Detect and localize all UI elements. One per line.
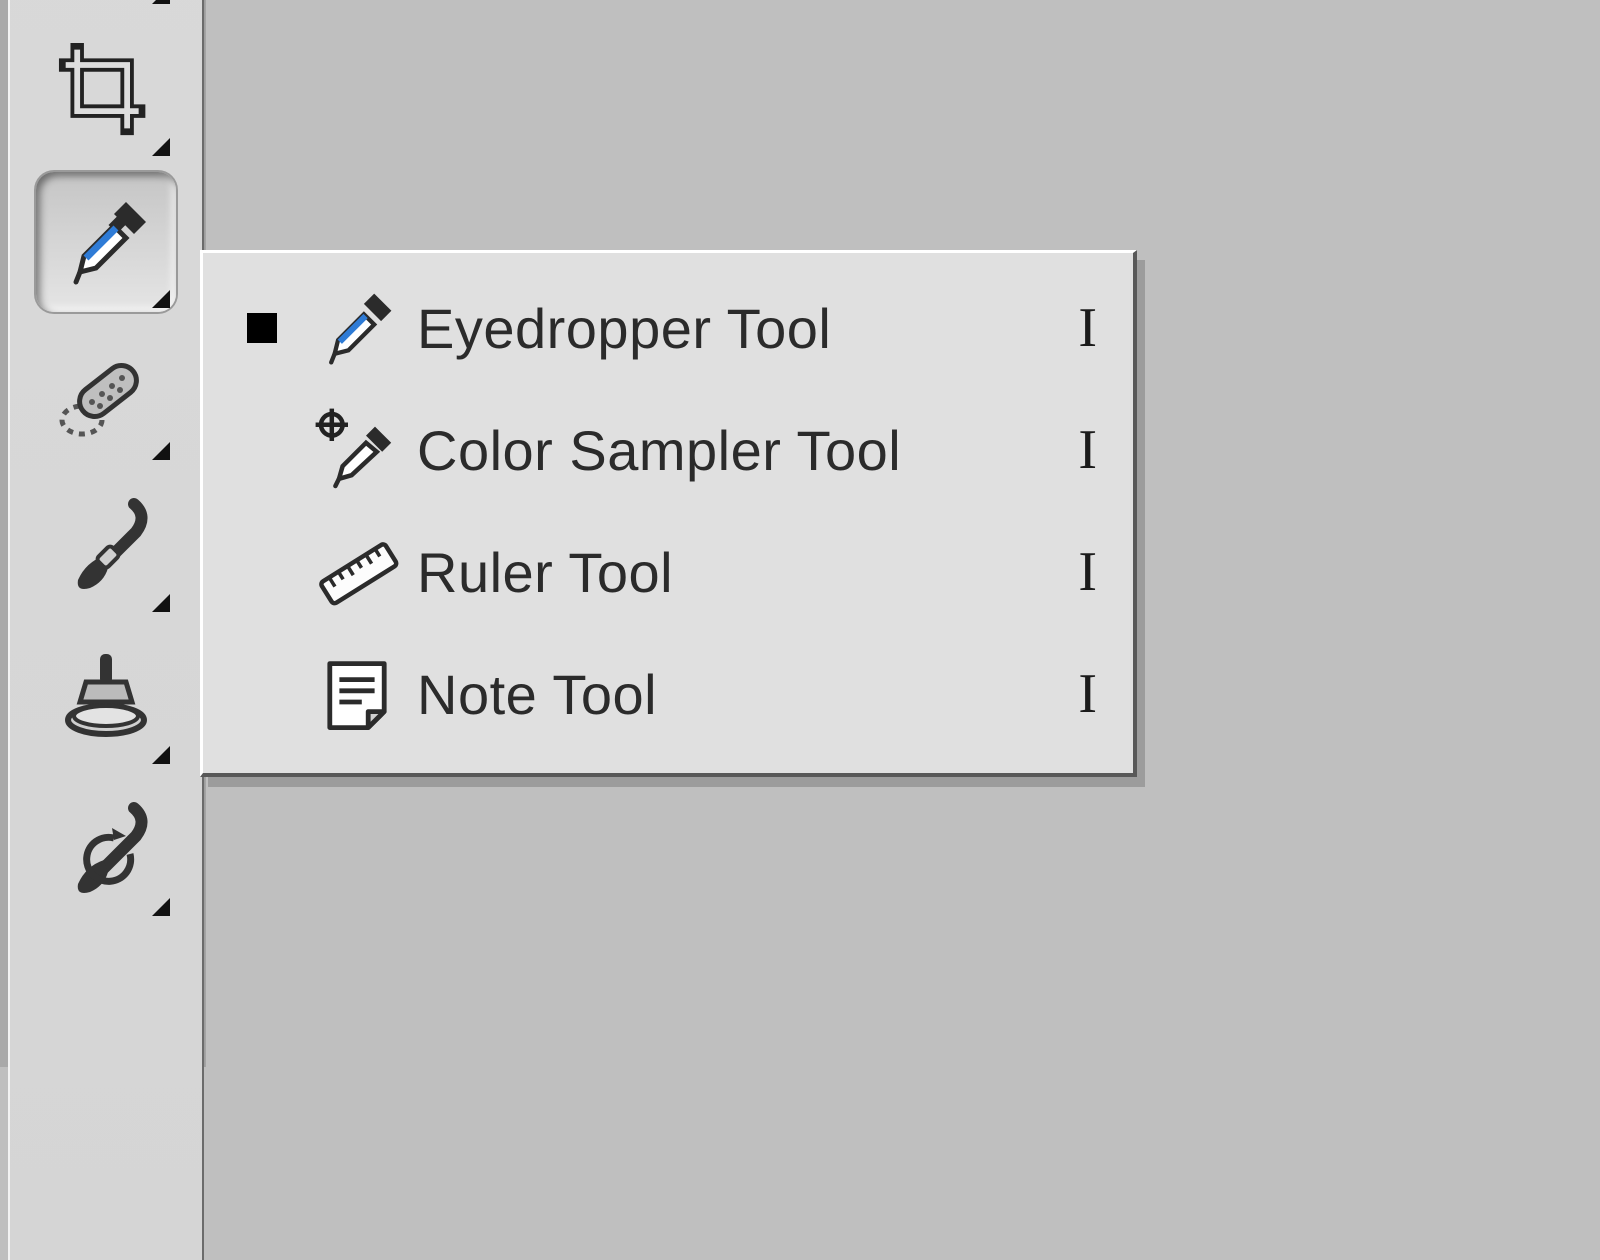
menu-item-shortcut: I (1037, 296, 1097, 360)
eyedropper-icon (314, 285, 400, 371)
brush-tool-icon (56, 496, 156, 596)
menu-item-shortcut: I (1037, 662, 1097, 726)
eyedropper-flyout-menu: Eyedropper Tool I Color Sampler Tool I (200, 250, 1137, 777)
menu-item-color-sampler[interactable]: Color Sampler Tool I (203, 389, 1133, 511)
clone-stamp-tool-icon (56, 648, 156, 748)
tools-panel (8, 0, 204, 1260)
tool-brush[interactable] (36, 476, 176, 616)
note-icon (317, 654, 397, 734)
healing-brush-tool-icon (56, 344, 156, 444)
tool-crop[interactable] (36, 20, 176, 160)
tool-history-brush[interactable] (36, 780, 176, 920)
flyout-indicator-icon (152, 138, 170, 156)
menu-item-shortcut: I (1037, 540, 1097, 604)
menu-item-label: Ruler Tool (417, 540, 1037, 605)
ruler-icon (312, 527, 402, 617)
tool-clone-stamp[interactable] (36, 628, 176, 768)
flyout-indicator-icon (152, 0, 170, 4)
eyedropper-tool-icon (56, 192, 156, 292)
color-sampler-icon (312, 405, 402, 495)
history-brush-tool-icon (56, 800, 156, 900)
flyout-indicator-icon (152, 442, 170, 460)
flyout-indicator-icon (152, 746, 170, 764)
window-frame-left (0, 0, 8, 1067)
crop-tool-icon (58, 42, 154, 138)
flyout-indicator-icon (152, 898, 170, 916)
tool-healing-brush[interactable] (36, 324, 176, 464)
tool-eyedropper[interactable] (36, 172, 176, 312)
menu-item-ruler[interactable]: Ruler Tool I (203, 511, 1133, 633)
menu-item-label: Note Tool (417, 662, 1037, 727)
flyout-indicator-icon (152, 290, 170, 308)
flyout-indicator-icon (152, 594, 170, 612)
menu-item-label: Eyedropper Tool (417, 296, 1037, 361)
menu-item-note[interactable]: Note Tool I (203, 633, 1133, 755)
menu-item-shortcut: I (1037, 418, 1097, 482)
tool-lasso[interactable] (36, 0, 176, 8)
selected-indicator-icon (247, 313, 277, 343)
menu-item-eyedropper[interactable]: Eyedropper Tool I (203, 267, 1133, 389)
menu-item-label: Color Sampler Tool (417, 418, 1037, 483)
